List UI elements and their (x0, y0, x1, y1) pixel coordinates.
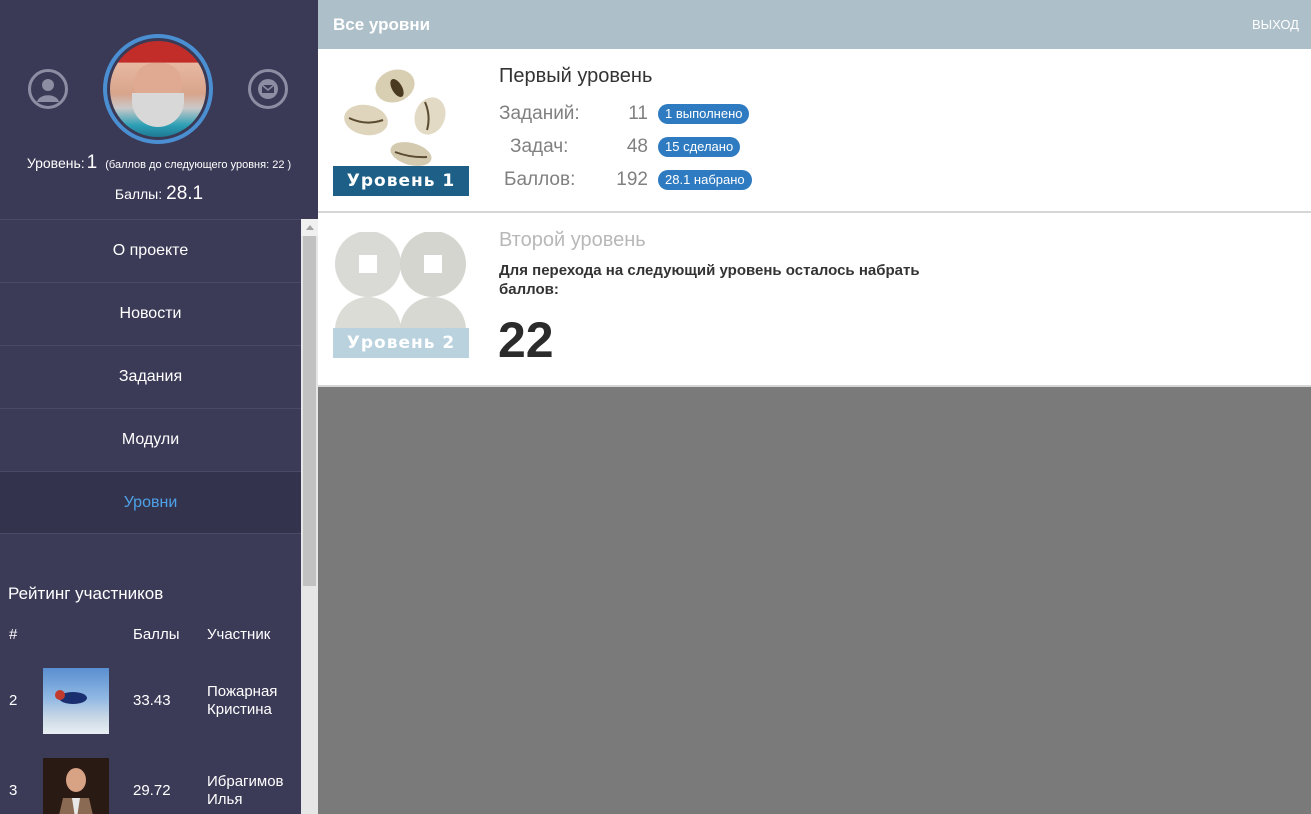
top-bar: Все уровни ВЫХОД (318, 0, 1311, 49)
level-2-remaining-points: 22 (498, 312, 554, 368)
rating-col-rank: # (9, 626, 18, 643)
level-1-problems-badge: 15 сделано (658, 137, 741, 157)
level-value: 1 (86, 152, 98, 173)
avatar-photo (110, 41, 206, 137)
rating-row[interactable]: 3 29.72 Ибрагимов Илья (0, 757, 301, 814)
sidebar-scrollbar[interactable] (301, 219, 318, 814)
level-1-points-value: 192 (616, 169, 648, 190)
level-2-requirement: Для перехода на следующий уровень остало… (499, 262, 920, 298)
rating-name-last[interactable]: Кристина (207, 701, 272, 718)
level-1-tasks-label: Заданий: (499, 103, 580, 124)
logout-link[interactable]: ВЫХОД (1252, 17, 1299, 32)
level-card-1: Уровень 1 Первый уровень Заданий: 11 1 в… (318, 49, 1311, 213)
nav-item-tasks[interactable]: Задания (0, 345, 301, 408)
scroll-thumb[interactable] (303, 236, 316, 586)
level-1-problems-value: 48 (626, 136, 648, 157)
sidebar-nav: О проекте Новости Задания Модули Уровни (0, 219, 301, 534)
rating-name-first[interactable]: Ибрагимов (207, 773, 284, 790)
level-1-title: Первый уровень (499, 65, 653, 87)
rating-points: 29.72 (133, 782, 171, 799)
nav-item-about[interactable]: О проекте (0, 219, 301, 282)
level-1-problems-label: Задач: (510, 136, 569, 157)
rating-title: Рейтинг участников (8, 584, 164, 603)
level-2-badge-label: Уровень 2 (333, 328, 469, 358)
level-card-2: Уровень 2 Второй уровень Для перехода на… (318, 213, 1311, 387)
points-line: Баллы: 28.1 (0, 183, 318, 205)
user-icon[interactable] (28, 69, 68, 109)
level-2-title: Второй уровень (499, 229, 646, 251)
rating-col-participant: Участник (207, 626, 271, 643)
page-title: Все уровни (333, 15, 431, 34)
mail-icon[interactable] (248, 69, 288, 109)
rating-row[interactable]: 2 33.43 Пожарная Кристина (0, 667, 301, 737)
participant-photo[interactable] (43, 758, 109, 814)
rating-rank: 2 (9, 692, 18, 709)
rating-points: 33.43 (133, 692, 171, 709)
level-1-badge: Уровень 1 (333, 62, 469, 196)
level-1-badge-label: Уровень 1 (333, 166, 469, 196)
nav-item-levels[interactable]: Уровни (0, 471, 301, 534)
level-2-badge: Уровень 2 (333, 231, 469, 363)
level-line: Уровень: 1 (баллов до следующего уровня: 2… (0, 152, 318, 174)
rating-name-last[interactable]: Илья (207, 791, 242, 808)
rating-name-first[interactable]: Пожарная (207, 683, 277, 700)
rating-col-points: Баллы (133, 626, 180, 643)
points-label: Баллы: (114, 186, 163, 202)
profile-panel: Уровень: 1 (баллов до следующего уровня: 2… (0, 0, 318, 220)
avatar[interactable] (103, 34, 213, 144)
nav-item-modules[interactable]: Модули (0, 408, 301, 471)
scroll-up-arrow-icon[interactable] (301, 219, 318, 236)
level-1-tasks-badge: 1 выполнено (658, 104, 750, 124)
nav-item-news[interactable]: Новости (0, 282, 301, 345)
rating-rank: 3 (9, 782, 18, 799)
ancient-coins-image (335, 231, 466, 363)
sidebar: Уровень: 1 (баллов до следующего уровня: 2… (0, 0, 318, 814)
cowrie-shells-image (344, 69, 446, 166)
next-level-note: (баллов до следующего уровня: 22 ) (105, 159, 292, 171)
level-label: Уровень: (26, 155, 85, 171)
level-1-points-badge: 28.1 набрано (658, 170, 752, 190)
level-1-tasks-value: 11 (628, 103, 648, 124)
participant-photo[interactable] (43, 668, 109, 734)
level-1-points-label: Баллов: (504, 169, 576, 190)
points-value: 28.1 (166, 183, 204, 204)
